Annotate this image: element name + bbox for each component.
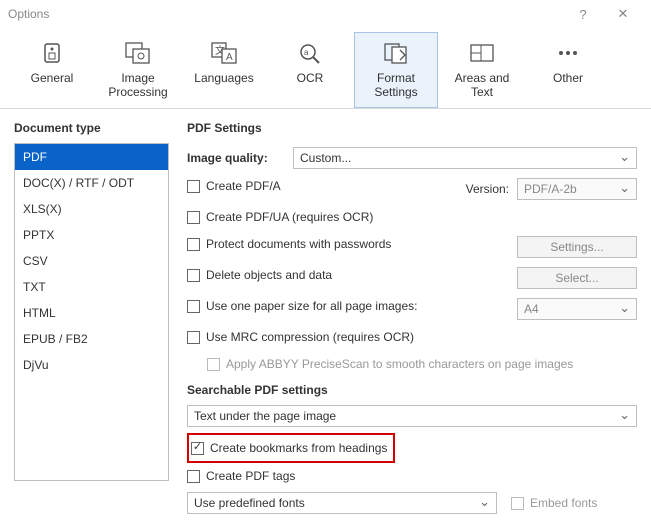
checkbox-icon (187, 331, 200, 344)
select-value: Use predefined fonts (194, 496, 305, 510)
checkbox-label: Embed fonts (530, 496, 597, 510)
checkbox-label: Protect documents with passwords (206, 237, 391, 251)
checkbox-label: Delete objects and data (206, 268, 332, 282)
body: Document type PDF DOC(X) / RTF / ODT XLS… (0, 109, 651, 514)
version-label: Version: (466, 182, 509, 196)
help-button[interactable]: ? (563, 7, 603, 22)
document-type-list[interactable]: PDF DOC(X) / RTF / ODT XLS(X) PPTX CSV T… (14, 143, 169, 481)
checkbox-icon (187, 211, 200, 224)
svg-text:A: A (226, 52, 233, 63)
window-title: Options (8, 7, 49, 21)
checkbox-icon (187, 470, 200, 483)
list-item[interactable]: TXT (15, 274, 168, 300)
checkbox-label: Use one paper size for all page images: (206, 299, 417, 313)
settings-panel: PDF Settings Image quality: Custom... Cr… (187, 121, 637, 514)
tab-label: Areas and Text (443, 71, 521, 99)
create-pdfua-checkbox[interactable]: Create PDF/UA (requires OCR) (187, 206, 637, 228)
create-pdf-tags-checkbox[interactable]: Create PDF tags (187, 465, 637, 487)
list-item[interactable]: PPTX (15, 222, 168, 248)
tab-label: OCR (297, 71, 324, 99)
list-item[interactable]: HTML (15, 300, 168, 326)
tab-ocr[interactable]: a OCR (268, 32, 352, 108)
sidebar: Document type PDF DOC(X) / RTF / ODT XLS… (14, 121, 169, 514)
image-quality-label: Image quality: (187, 151, 293, 165)
create-bookmarks-checkbox[interactable]: Create bookmarks from headings (191, 437, 387, 459)
tab-label: General (31, 71, 74, 99)
protect-passwords-checkbox[interactable]: Protect documents with passwords (187, 233, 517, 255)
other-icon (552, 39, 584, 67)
checkbox-icon (207, 358, 220, 371)
list-item[interactable]: EPUB / FB2 (15, 326, 168, 352)
tab-other[interactable]: Other (526, 32, 610, 108)
tab-image-processing[interactable]: Image Processing (96, 32, 180, 108)
list-item[interactable]: DjVu (15, 352, 168, 378)
select-value: Custom... (300, 151, 351, 165)
checkbox-label: Create PDF/A (206, 179, 281, 193)
checkbox-icon (187, 269, 200, 282)
list-item[interactable]: CSV (15, 248, 168, 274)
tab-label: Languages (194, 71, 253, 99)
checkbox-label: Apply ABBYY PreciseScan to smooth charac… (226, 357, 573, 371)
mrc-compression-checkbox[interactable]: Use MRC compression (requires OCR) (187, 326, 637, 348)
embed-fonts-checkbox: Embed fonts (511, 492, 597, 514)
paper-size-select[interactable]: A4 (517, 298, 637, 320)
image-quality-select[interactable]: Custom... (293, 147, 637, 169)
precisescan-checkbox: Apply ABBYY PreciseScan to smooth charac… (207, 353, 637, 375)
format-settings-icon (380, 39, 412, 67)
checkbox-icon (191, 442, 204, 455)
tab-label: Image Processing (108, 71, 167, 99)
checkbox-label: Use MRC compression (requires OCR) (206, 330, 414, 344)
titlebar: Options ? ✕ (0, 0, 651, 28)
list-item[interactable]: XLS(X) (15, 196, 168, 222)
checkbox-label: Create PDF tags (206, 469, 295, 483)
tab-label: Other (553, 71, 583, 99)
select-value: PDF/A-2b (524, 182, 577, 196)
checkbox-icon (187, 300, 200, 313)
close-button[interactable]: ✕ (603, 6, 643, 22)
tab-general[interactable]: General (10, 32, 94, 108)
select-value: A4 (524, 302, 539, 316)
list-item[interactable]: PDF (15, 144, 168, 170)
toolbar: General Image Processing 文A Languages a … (0, 28, 651, 109)
checkbox-label: Create PDF/UA (requires OCR) (206, 210, 373, 224)
highlight-box: Create bookmarks from headings (187, 433, 395, 463)
one-paper-size-checkbox[interactable]: Use one paper size for all page images: (187, 295, 517, 317)
languages-icon: 文A (208, 39, 240, 67)
tab-areas-text[interactable]: Areas and Text (440, 32, 524, 108)
delete-objects-checkbox[interactable]: Delete objects and data (187, 264, 517, 286)
document-type-heading: Document type (14, 121, 169, 135)
checkbox-icon (187, 180, 200, 193)
tab-format-settings[interactable]: Format Settings (354, 32, 438, 108)
general-icon (36, 39, 68, 67)
searchable-mode-select[interactable]: Text under the page image (187, 405, 637, 427)
create-pdfa-checkbox[interactable]: Create PDF/A (187, 175, 407, 197)
image-processing-icon (122, 39, 154, 67)
checkbox-label: Create bookmarks from headings (210, 441, 387, 455)
tab-languages[interactable]: 文A Languages (182, 32, 266, 108)
searchable-pdf-heading: Searchable PDF settings (187, 383, 637, 397)
list-item[interactable]: DOC(X) / RTF / ODT (15, 170, 168, 196)
fonts-select[interactable]: Use predefined fonts (187, 492, 497, 514)
areas-text-icon (466, 39, 498, 67)
tab-label: Format Settings (374, 71, 417, 99)
ocr-icon: a (294, 39, 326, 67)
pdf-settings-heading: PDF Settings (187, 121, 637, 135)
checkbox-icon (187, 238, 200, 251)
select-objects-button[interactable]: Select... (517, 267, 637, 289)
select-value: Text under the page image (194, 409, 336, 423)
svg-text:a: a (304, 48, 309, 57)
password-settings-button[interactable]: Settings... (517, 236, 637, 258)
pdfa-version-select[interactable]: PDF/A-2b (517, 178, 637, 200)
checkbox-icon (511, 497, 524, 510)
